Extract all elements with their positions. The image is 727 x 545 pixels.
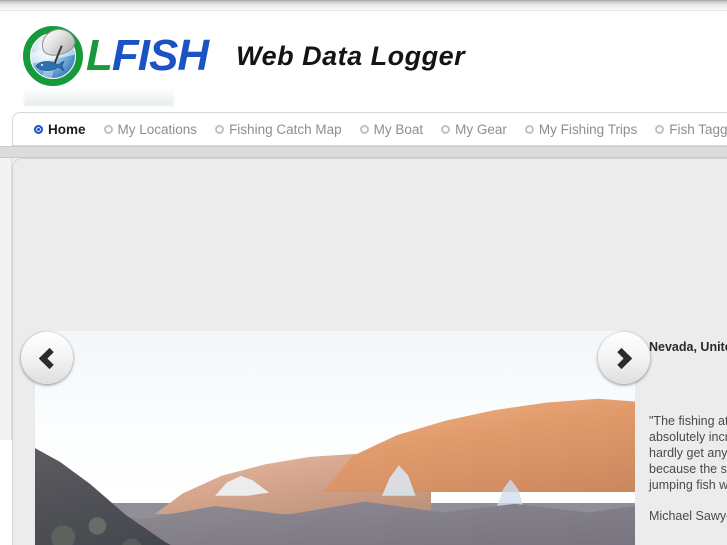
- chevron-left-icon: [38, 347, 61, 369]
- page-root: LFISH Web Data Logger Home My Locations Fi…: [0, 0, 727, 545]
- logo-word-fish: FISH: [111, 31, 209, 80]
- logo-fish-icon: [35, 60, 65, 72]
- carousel-next-button[interactable]: [598, 332, 650, 384]
- logo-wordmark: LFISH: [86, 31, 209, 80]
- radio-unselected-icon: [359, 124, 369, 134]
- nav-item-my-locations[interactable]: My Locations: [95, 122, 207, 137]
- site-tagline: Web Data Logger: [236, 40, 466, 71]
- nav-item-my-fishing-trips[interactable]: My Fishing Trips: [516, 122, 646, 137]
- testimonial-location: Nevada, United States: [649, 340, 727, 354]
- logo-letter-l: L: [86, 31, 113, 80]
- radio-unselected-icon: [655, 124, 665, 134]
- nav-item-home[interactable]: Home: [25, 122, 95, 137]
- carousel-prev-button[interactable]: [21, 332, 73, 384]
- nav-item-label: My Gear: [455, 121, 507, 137]
- olfish-logo-icon: [22, 24, 84, 87]
- left-gutter: [0, 158, 12, 440]
- nav-item-label: My Boat: [373, 121, 424, 137]
- radio-unselected-icon: [215, 124, 225, 134]
- testimonial-author: Michael Sawyer: [649, 509, 727, 524]
- browser-top-strip: [0, 0, 727, 11]
- testimonial-quote: "The fishing at this lake is absolutely …: [649, 414, 727, 493]
- radio-unselected-icon: [103, 124, 113, 134]
- radio-unselected-icon: [441, 124, 451, 134]
- nav-item-label: My Fishing Trips: [538, 121, 638, 137]
- nav-item-list: Home My Locations Fishing Catch Map My Boat…: [13, 113, 727, 145]
- nav-item-my-gear[interactable]: My Gear: [432, 122, 516, 137]
- nav-item-label: My Locations: [117, 121, 198, 137]
- nav-item-label: Home: [48, 121, 86, 137]
- radio-unselected-icon: [524, 124, 534, 134]
- nav-separator-band: [0, 146, 727, 158]
- site-logo[interactable]: LFISH Web Data Logger: [22, 24, 465, 88]
- chevron-right-icon: [610, 347, 633, 369]
- carousel-slide-image[interactable]: [35, 331, 635, 545]
- content-panel: Nevada, United States "The fishing at th…: [12, 158, 727, 545]
- testimonial-block: Nevada, United States "The fishing at th…: [649, 339, 727, 523]
- slide-foreground-brush: [35, 499, 191, 545]
- radio-selected-icon: [34, 124, 43, 134]
- logo-reflection: [24, 88, 174, 106]
- nav-item-label: Fish Tagging: [669, 121, 727, 137]
- nav-item-label: Fishing Catch Map: [229, 121, 342, 137]
- nav-item-fish-tagging[interactable]: Fish Tagging: [646, 122, 727, 137]
- nav-item-fishing-catch-map[interactable]: Fishing Catch Map: [206, 122, 351, 137]
- main-navigation: Home My Locations Fishing Catch Map My Boat…: [12, 112, 727, 146]
- nav-item-my-boat[interactable]: My Boat: [351, 122, 433, 137]
- site-header: LFISH Web Data Logger: [0, 12, 727, 110]
